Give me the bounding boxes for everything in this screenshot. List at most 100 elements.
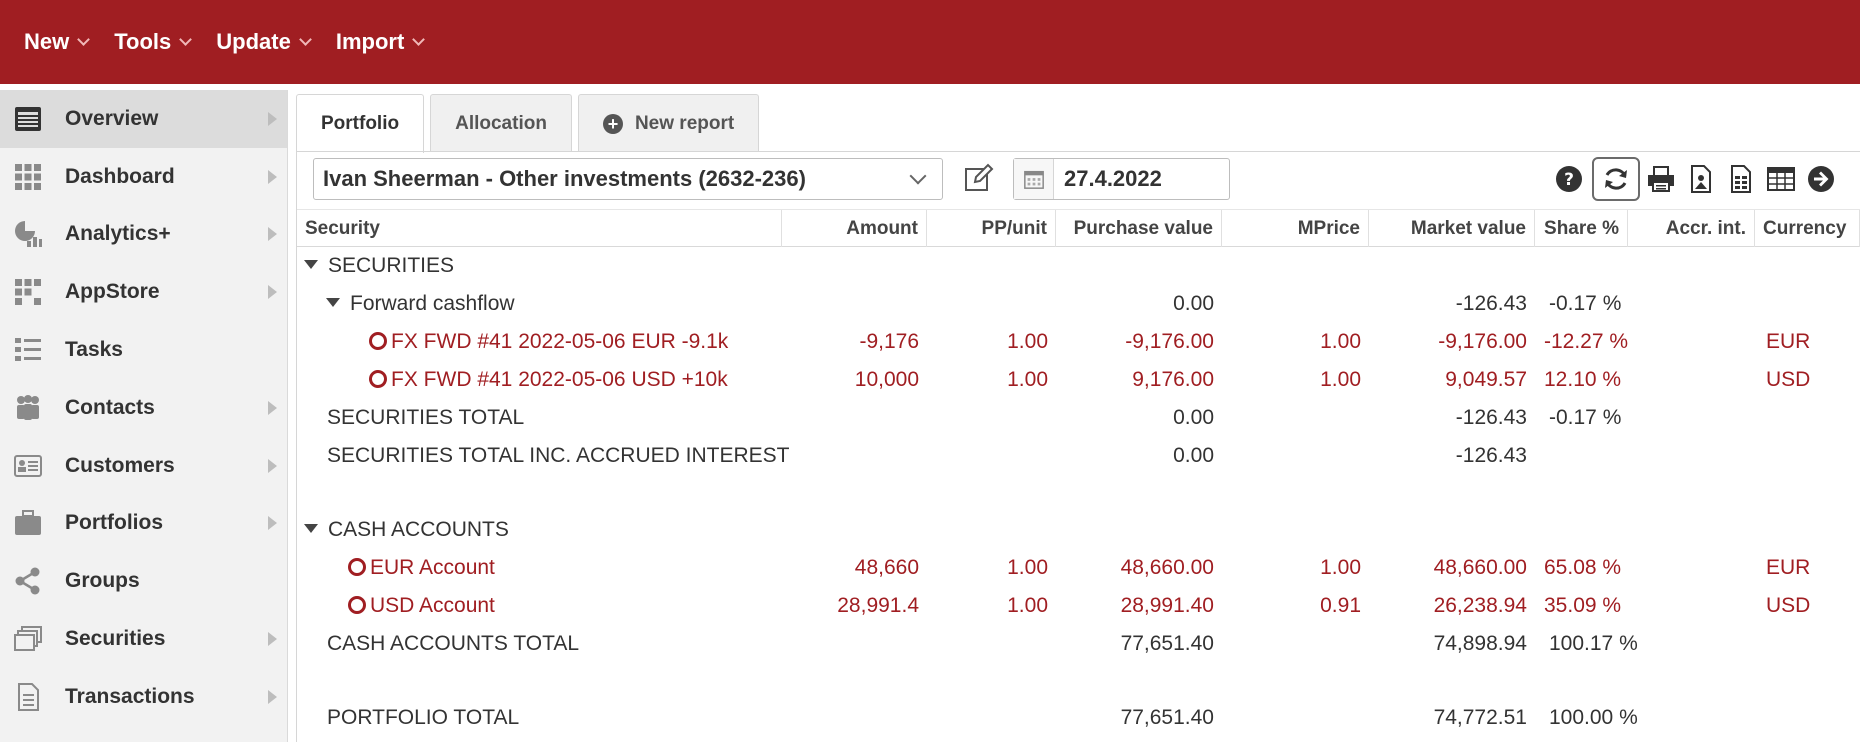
edit-icon (965, 163, 994, 191)
chevron-right-icon (268, 400, 277, 415)
total-label: SECURITIES TOTAL (327, 406, 525, 429)
col-header-mprice[interactable]: MPrice (1222, 210, 1369, 247)
menu-import[interactable]: Import (336, 29, 426, 55)
edit-portfolio-button[interactable] (963, 162, 995, 194)
customers-icon (13, 451, 43, 481)
col-header-currency[interactable]: Currency (1755, 210, 1860, 247)
tasks-icon (13, 335, 43, 365)
chevron-right-icon (268, 227, 277, 242)
svg-text:?: ? (1564, 170, 1574, 190)
collapse-triangle-icon[interactable] (304, 524, 318, 533)
col-header-purchase-value[interactable]: Purchase value (1056, 210, 1222, 247)
top-menu-bar: New Tools Update Import (0, 0, 1860, 84)
sidebar-item-customers[interactable]: Customers (0, 437, 287, 495)
market-value-cell: 9,049.57 (1445, 368, 1527, 391)
account-cell[interactable]: USD Account (348, 587, 495, 625)
table-row: Forward cashflow 0.00 -126.43 -0.17 % (297, 285, 1860, 323)
portfolio-table: Security Amount PP/unit Purchase value M… (297, 209, 1860, 737)
col-header-market-value[interactable]: Market value (1369, 210, 1535, 247)
total-label: CASH ACCOUNTS TOTAL (327, 632, 580, 655)
sidebar-item-portfolios[interactable]: Portfolios (0, 495, 287, 553)
menu-update-label: Update (216, 29, 291, 54)
table-row: SECURITIES TOTAL INC. ACCRUED INTEREST 0… (297, 437, 1860, 475)
chevron-right-icon (268, 111, 277, 126)
table-row: CASH ACCOUNTS TOTAL 77,651.40 74,898.94 … (297, 625, 1860, 663)
account-name: EUR Account (370, 556, 495, 579)
purchase-value-cell: -9,176.00 (1125, 330, 1214, 353)
col-header-pp-unit[interactable]: PP/unit (927, 210, 1056, 247)
collapse-triangle-icon[interactable] (304, 260, 318, 269)
portfolio-select-value: Ivan Sheerman - Other investments (2632-… (323, 166, 806, 191)
calendar-icon[interactable] (1014, 159, 1054, 199)
chevron-right-icon (268, 169, 277, 184)
security-name: FX FWD #41 2022-05-06 EUR -9.1k (391, 330, 729, 353)
total-label: SECURITIES TOTAL INC. ACCRUED INTEREST (327, 444, 790, 467)
table-row: FX FWD #41 2022-05-06 USD +10k 10,000 1.… (297, 361, 1860, 399)
table-icon[interactable] (1764, 162, 1798, 196)
market-value-cell: -9,176.00 (1438, 330, 1527, 353)
col-header-accr-int[interactable]: Accr. int. (1628, 210, 1755, 247)
pp-unit-cell: 1.00 (1007, 594, 1048, 617)
sidebar-item-appstore[interactable]: AppStore (0, 263, 287, 321)
sidebar-item-transactions[interactable]: Transactions (0, 668, 287, 726)
currency-cell: EUR (1766, 330, 1811, 353)
collapse-triangle-icon[interactable] (326, 298, 340, 307)
security-cell[interactable]: FX FWD #41 2022-05-06 USD +10k (369, 361, 728, 399)
purchase-value-cell: 0.00 (1173, 444, 1214, 467)
menu-new[interactable]: New (24, 29, 91, 55)
sidebar-item-label: Securities (65, 627, 166, 651)
tab-allocation[interactable]: Allocation (430, 94, 572, 152)
table-row: USD Account 28,991.4 1.00 28,991.40 0.91… (297, 587, 1860, 625)
sidebar-item-label: AppStore (65, 280, 160, 304)
purchase-value-cell: 0.00 (1173, 292, 1214, 315)
purchase-value-cell: 28,991.40 (1120, 594, 1214, 617)
market-value-cell: 74,772.51 (1433, 706, 1527, 729)
sidebar-item-dashboard[interactable]: Dashboard (0, 148, 287, 206)
print-icon[interactable] (1644, 162, 1678, 196)
col-header-amount[interactable]: Amount (782, 210, 927, 247)
menu-tools-label: Tools (114, 29, 172, 54)
table-row: EUR Account 48,660 1.00 48,660.00 1.00 4… (297, 549, 1860, 587)
sidebar-item-analytics[interactable]: Analytics+ (0, 206, 287, 264)
pdf-icon[interactable] (1684, 162, 1718, 196)
security-cell[interactable]: FX FWD #41 2022-05-06 EUR -9.1k (369, 323, 728, 361)
sidebar-item-label: Customers (65, 453, 175, 477)
sidebar-item-contacts[interactable]: Contacts (0, 379, 287, 437)
menu-update[interactable]: Update (216, 29, 312, 55)
sidebar-item-label: Dashboard (65, 164, 175, 188)
analytics-icon (13, 219, 43, 249)
sidebar-item-securities[interactable]: Securities (0, 610, 287, 668)
table-row: CASH ACCOUNTS (297, 511, 1860, 549)
chevron-right-icon (268, 516, 277, 531)
sidebar-item-overview[interactable]: Overview (0, 90, 287, 148)
tab-portfolio[interactable]: Portfolio (296, 94, 425, 153)
portfolio-select[interactable]: Ivan Sheerman - Other investments (2632-… (313, 158, 943, 200)
sidebar-item-label: Tasks (65, 338, 123, 362)
group-label-cell: SECURITIES (304, 247, 454, 285)
help-icon[interactable]: ? (1552, 162, 1586, 196)
group-label: CASH ACCOUNTS (328, 518, 509, 541)
table-row: SECURITIES (297, 247, 1860, 285)
go-arrow-icon[interactable] (1804, 162, 1838, 196)
market-value-cell: 26,238.94 (1433, 594, 1527, 617)
dashboard-icon (13, 162, 43, 192)
tab-new-report[interactable]: + New report (577, 94, 760, 152)
chevron-right-icon (268, 285, 277, 300)
security-name: FX FWD #41 2022-05-06 USD +10k (391, 368, 728, 391)
purchase-value-cell: 0.00 (1173, 406, 1214, 429)
col-header-security[interactable]: Security (297, 210, 782, 247)
refresh-icon[interactable] (1592, 157, 1640, 201)
sidebar-item-groups[interactable]: Groups (0, 552, 287, 610)
tab-allocation-label: Allocation (455, 112, 547, 134)
excel-icon[interactable] (1724, 162, 1758, 196)
table-header: Security Amount PP/unit Purchase value M… (297, 209, 1860, 247)
account-cell[interactable]: EUR Account (348, 549, 495, 587)
purchase-value-cell: 77,651.40 (1120, 706, 1214, 729)
sidebar-item-tasks[interactable]: Tasks (0, 321, 287, 379)
subgroup-label-cell: Forward cashflow (326, 285, 515, 323)
col-header-share[interactable]: Share % (1535, 210, 1628, 247)
report-date-field[interactable]: 27.4.2022 (1013, 158, 1230, 200)
market-value-cell: 74,898.94 (1433, 632, 1527, 655)
share-cell: 100.17 % (1549, 632, 1638, 655)
menu-tools[interactable]: Tools (114, 29, 193, 55)
